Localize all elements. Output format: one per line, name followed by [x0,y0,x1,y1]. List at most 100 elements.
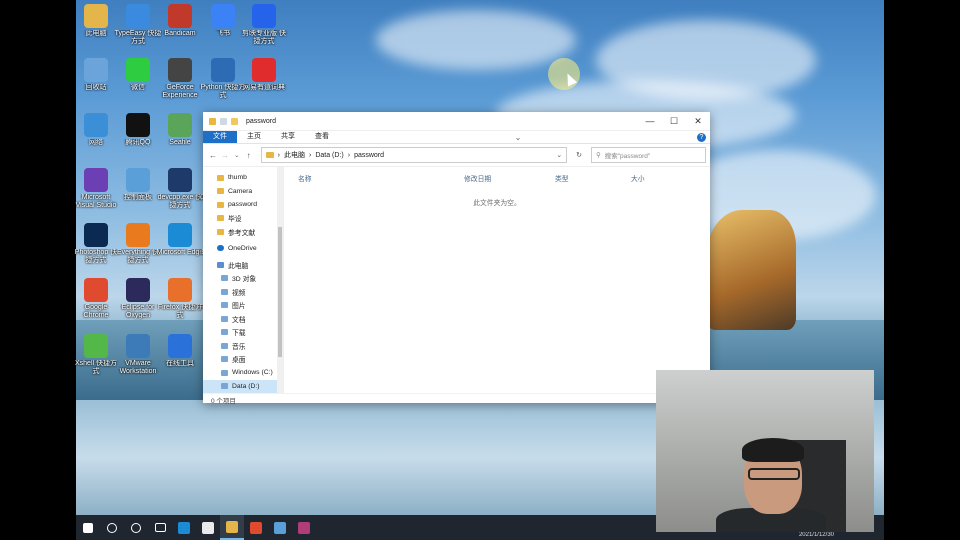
desktop-icon[interactable]: 控制面板 [114,168,162,210]
nav-scrollbar[interactable] [277,167,283,393]
desktop-icon[interactable]: 腾讯QQ [114,113,162,155]
desktop-icon-label: Seafile [169,139,191,146]
desktop-icon[interactable]: Eclipse for Oxygen [114,278,162,320]
tab-share[interactable]: 共享 [271,131,305,143]
item-count: 0 个项目 [211,398,236,405]
app-icon [84,223,108,247]
nav-item[interactable]: 参考文献 [203,225,283,239]
desktop-icon[interactable]: VMware Workstation [114,334,162,376]
desktop-icon[interactable]: 网易有道词典 [240,58,288,100]
properties-icon[interactable] [220,117,227,125]
back-button[interactable]: ← [207,151,219,160]
quick-access-toolbar [203,117,238,125]
tab-file[interactable]: 文件 [203,131,237,143]
taskbar-edge-icon[interactable] [172,515,196,540]
app-icon [126,168,150,192]
forward-button[interactable]: → [219,151,231,160]
desktop-icon[interactable]: 此电脑 [72,4,120,46]
taskbar-store-icon[interactable] [196,515,220,540]
desktop-icon[interactable]: 网络 [72,113,120,155]
desktop-icon[interactable]: Everything 快捷方式 [114,223,162,265]
recent-locations-icon[interactable]: ⌄ [231,152,243,159]
taskbar-explorer-icon[interactable] [220,515,244,540]
desktop-icon-label: 控制面板 [124,194,152,201]
desktop-icon[interactable]: 回收站 [72,58,120,100]
help-icon[interactable]: ? [696,132,706,142]
column-size[interactable]: 大小 [631,173,691,183]
nav-item[interactable]: 文档 [203,312,283,326]
address-dropdown-icon[interactable]: ⌄ [556,151,562,159]
ribbon-expand-icon[interactable]: ⌄ [515,133,522,142]
nav-item-label: 桌面 [232,357,246,365]
nav-item[interactable]: 图片 [203,299,283,313]
minimize-button[interactable]: — [638,116,662,127]
nav-item[interactable]: Data (D:) [203,379,283,393]
desktop-icon[interactable]: Microsoft Visual Studio [72,168,120,210]
app-icon [252,4,276,28]
desktop-icon[interactable]: TypeEasy 快捷方式 [114,4,162,46]
tab-view[interactable]: 查看 [305,131,339,143]
desktop-icon[interactable]: Bandicam [156,4,204,46]
nav-item[interactable]: OneDrive [203,242,283,256]
nav-item[interactable]: 毕设 [203,212,283,226]
app-icon [168,168,192,192]
nav-item[interactable]: password [203,198,283,212]
library-icon [221,356,228,363]
nav-item-label: 下载 [232,330,246,338]
nav-item[interactable]: Camera [203,185,283,199]
clock[interactable]: 2021/1/12/30 [799,532,834,538]
nav-item[interactable]: 桌面 [203,353,283,367]
desktop-icon[interactable]: Google Chrome [72,278,120,320]
nav-item[interactable]: 下载 [203,326,283,340]
desktop-icon[interactable]: Firefox 快捷方式 [156,278,204,320]
taskbar-task-view-icon[interactable] [148,515,172,540]
nav-item[interactable]: 3D 对象 [203,272,283,286]
nav-item[interactable]: 此电脑 [203,258,283,272]
tab-home[interactable]: 主页 [237,131,271,143]
library-icon [221,315,228,322]
app-icon [84,58,108,82]
desktop-icon[interactable]: Photoshop 快捷方式 [72,223,120,265]
desktop-icon[interactable]: Seafile [156,113,204,155]
desktop-icon[interactable]: Microsoft Edge [156,223,204,265]
title-bar[interactable]: password — ☐ ✕ [203,112,710,131]
breadcrumb-drive-d[interactable]: Data (D:) [315,152,343,159]
taskbar-start-icon[interactable] [76,515,100,540]
column-date-modified[interactable]: 修改日期 [464,173,555,183]
nav-item[interactable]: 视频 [203,285,283,299]
desktop-icon[interactable]: 剪映专业版 快捷方式 [240,4,288,46]
search-input[interactable]: ⚲ 搜索"password" [590,147,707,163]
maximize-button[interactable]: ☐ [662,116,686,127]
taskbar-cortana-icon[interactable] [124,515,148,540]
desktop-icon[interactable]: devcpp.exe 快捷方式 [156,168,204,210]
taskbar-search-icon[interactable] [100,515,124,540]
desktop-icon[interactable]: 微信 [114,58,162,100]
nav-item[interactable]: Windows (C:) [203,366,283,380]
app-icon [126,58,150,82]
up-button[interactable]: ↑ [243,151,255,160]
desktop-icon[interactable]: 在线工具 [156,334,204,376]
column-name[interactable]: 名称 [284,173,464,183]
desktop-icon-label: 回收站 [85,84,107,91]
taskbar-chrome-icon[interactable] [244,515,268,540]
breadcrumb-password[interactable]: password [354,152,384,159]
address-row: ← → ⌄ ↑ › 此电脑 › Data (D:) › password ⌄ ↻… [203,144,710,167]
desktop-icon[interactable]: Xshell 快捷方式 [72,334,120,376]
address-bar[interactable]: › 此电脑 › Data (D:) › password ⌄ [260,147,568,163]
nav-item-label: OneDrive [228,244,257,252]
taskbar-jetbrains-icon[interactable] [292,515,316,540]
app-icon [84,334,108,358]
desktop-icon[interactable]: GeForce Experience [156,58,204,100]
column-headers: 名称 修改日期 类型 大小 [284,171,710,185]
desktop-icon-label: 微信 [131,84,145,91]
taskbar-unknown-app-icon[interactable] [268,515,292,540]
close-button[interactable]: ✕ [686,116,710,127]
nav-item[interactable]: thumb [203,171,283,185]
column-type[interactable]: 类型 [555,173,631,183]
nav-item-label: 视频 [232,289,246,297]
library-icon [221,383,228,390]
refresh-button[interactable]: ↻ [573,151,585,159]
breadcrumb-this-pc[interactable]: 此电脑 [284,150,305,160]
new-folder-icon[interactable] [231,117,238,125]
nav-item[interactable]: 音乐 [203,339,283,353]
